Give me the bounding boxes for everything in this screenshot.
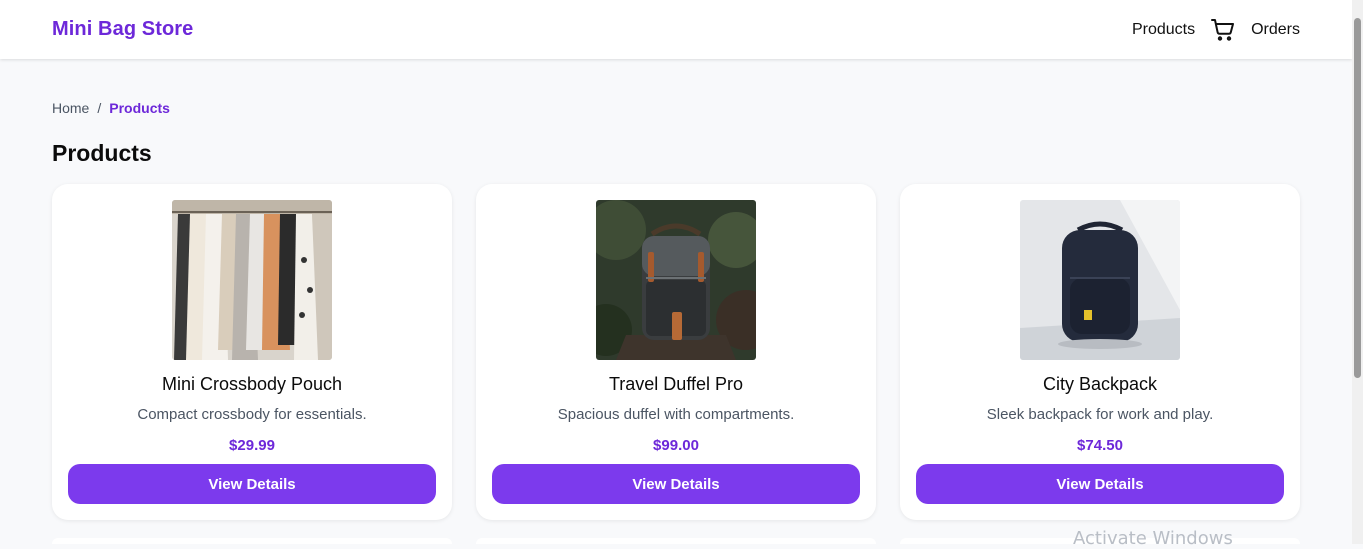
page-title: Products: [52, 140, 152, 166]
main-content: Home / Products Products Mini Crossbody …: [52, 100, 1300, 520]
cart-icon[interactable]: [1211, 18, 1235, 42]
product-name: Mini Crossbody Pouch: [161, 374, 343, 394]
nav-orders-link[interactable]: Orders: [1251, 21, 1300, 39]
view-details-button[interactable]: View Details: [916, 464, 1284, 504]
scrollbar-thumb[interactable]: [1354, 18, 1361, 378]
product-name: Travel Duffel Pro: [608, 374, 744, 394]
city-backpack-image: [1020, 200, 1180, 360]
top-navbar: Mini Bag Store Products Orders: [0, 0, 1352, 59]
product-image: [596, 200, 756, 360]
activate-windows-watermark: Activate Windows: [1073, 528, 1233, 549]
next-row-card-edge: [476, 538, 876, 544]
nav-products-link[interactable]: Products: [1132, 21, 1195, 39]
product-card: City Backpack Sleek backpack for work an…: [900, 184, 1300, 520]
next-row-card-edge: [52, 538, 452, 544]
product-description: Sleek backpack for work and play.: [986, 406, 1214, 423]
product-price: $29.99: [229, 437, 275, 454]
product-card: Mini Crossbody Pouch Compact crossbody f…: [52, 184, 452, 520]
product-description: Spacious duffel with compartments.: [557, 406, 795, 423]
product-price: $99.00: [653, 437, 699, 454]
breadcrumb-current: Products: [109, 100, 170, 116]
page-scrollbar[interactable]: [1352, 0, 1363, 544]
product-name: City Backpack: [1042, 374, 1158, 394]
product-grid: Mini Crossbody Pouch Compact crossbody f…: [52, 184, 1300, 520]
brand-logo[interactable]: Mini Bag Store: [52, 18, 193, 41]
product-price: $74.50: [1077, 437, 1123, 454]
duffel-backpack-image: [596, 200, 756, 360]
product-image: [1020, 200, 1180, 360]
breadcrumb-separator: /: [97, 100, 102, 116]
product-image: [172, 200, 332, 360]
clothing-rack-image: [172, 200, 332, 360]
view-details-button[interactable]: View Details: [492, 464, 860, 504]
view-details-button[interactable]: View Details: [68, 464, 436, 504]
breadcrumb: Home / Products: [52, 100, 1300, 116]
product-card: Travel Duffel Pro Spacious duffel with c…: [476, 184, 876, 520]
breadcrumb-home[interactable]: Home: [52, 100, 89, 116]
nav-menu: Products Orders: [1132, 18, 1300, 42]
product-description: Compact crossbody for essentials.: [137, 406, 367, 423]
